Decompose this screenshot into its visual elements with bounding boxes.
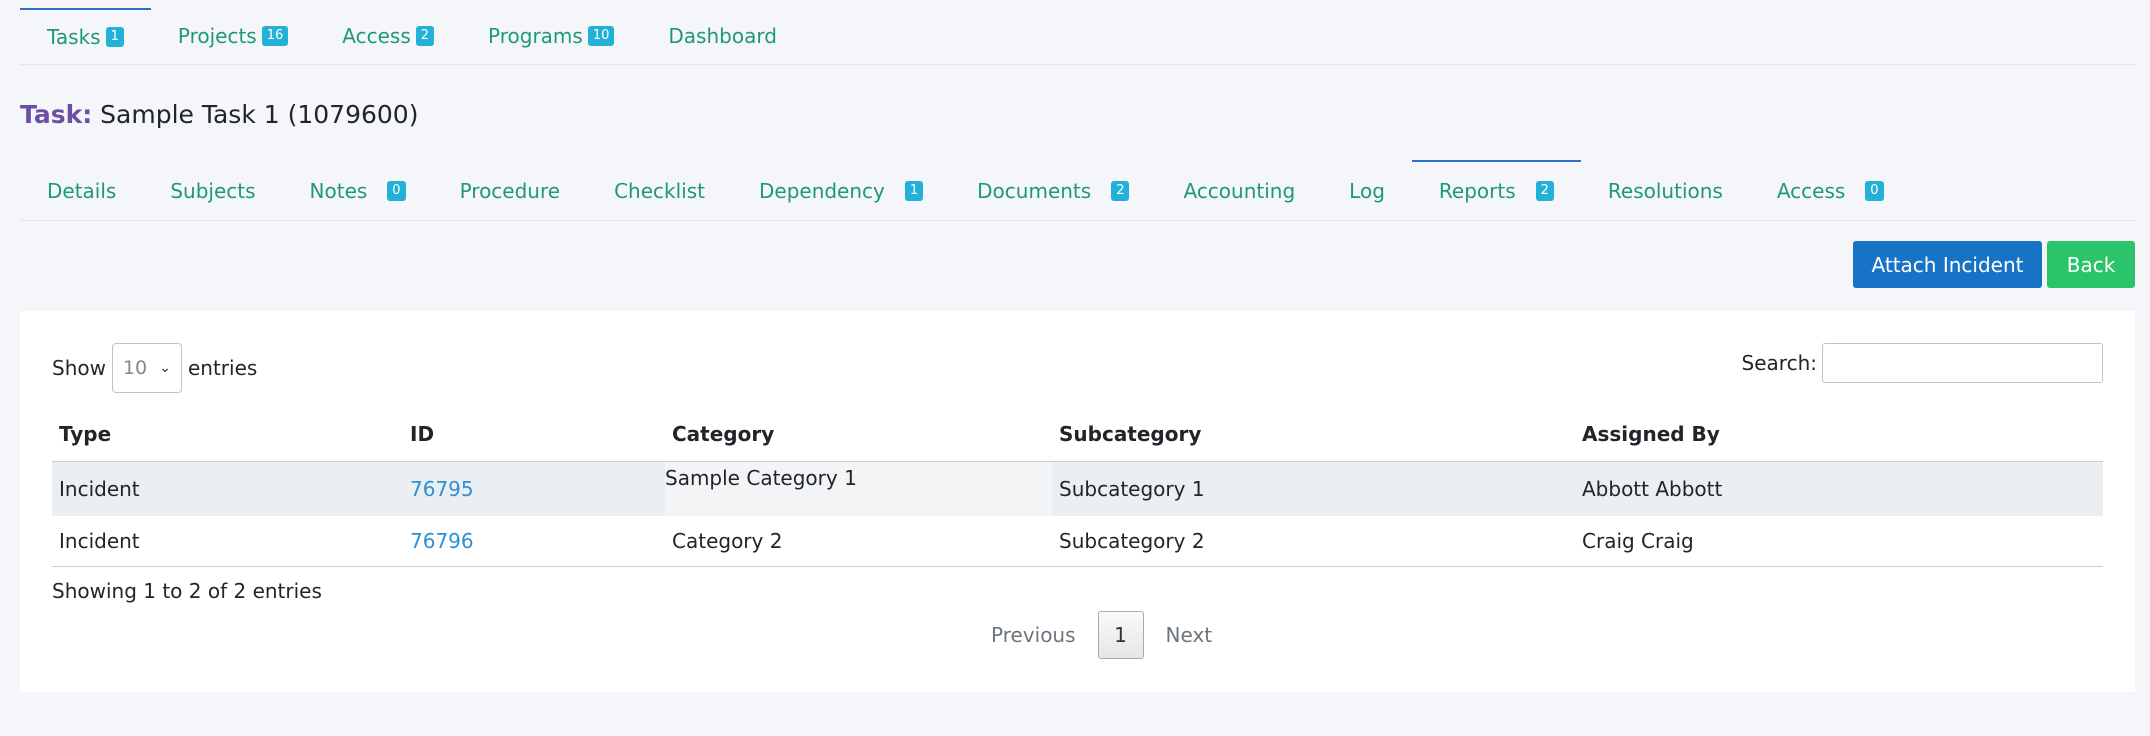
tab-resolutions[interactable]: Resolutions: [1581, 160, 1750, 220]
top-tab-projects[interactable]: Projects 16: [151, 8, 315, 64]
tab-label: Accounting: [1183, 179, 1296, 203]
reports-table: Type ID Category Subcategory Assigned By…: [52, 406, 2103, 567]
attach-incident-button[interactable]: Attach Incident: [1853, 241, 2042, 288]
count-badge: 0: [1865, 181, 1884, 201]
top-navigation: Tasks 1 Projects 16 Access 2 Programs 10…: [20, 0, 2135, 65]
cell-subcategory: Subcategory 1: [1052, 461, 1575, 516]
cell-id: 76795: [403, 461, 665, 516]
table-row: Incident 76795 Sample Category 1 Subcate…: [52, 461, 2103, 516]
page-title-value: Sample Task 1 (1079600): [100, 100, 419, 129]
count-badge: 0: [387, 181, 406, 201]
cell-subcategory: Subcategory 2: [1052, 516, 1575, 567]
entries-length-control: Show 10 ⌄ entries: [52, 343, 257, 393]
top-tab-access[interactable]: Access 2: [315, 8, 461, 64]
top-tab-label: Tasks: [47, 25, 101, 49]
tab-log[interactable]: Log: [1322, 160, 1412, 220]
column-header-type[interactable]: Type: [52, 406, 403, 462]
column-header-category[interactable]: Category: [665, 406, 1052, 462]
top-tab-tasks[interactable]: Tasks 1: [20, 8, 151, 64]
report-id-link[interactable]: 76795: [410, 477, 474, 501]
count-badge: 10: [587, 26, 615, 46]
cell-id: 76796: [403, 516, 665, 567]
tab-procedure[interactable]: Procedure: [433, 160, 588, 220]
cell-type: Incident: [52, 461, 403, 516]
count-badge: 2: [1535, 181, 1554, 201]
back-button[interactable]: Back: [2047, 241, 2135, 288]
cell-assigned-by: Craig Craig: [1575, 516, 2103, 567]
report-id-link[interactable]: 76796: [410, 529, 474, 553]
tab-details[interactable]: Details: [20, 160, 143, 220]
page-title: Task: Sample Task 1 (1079600): [20, 100, 418, 129]
chevron-down-icon: ⌄: [159, 360, 171, 376]
cell-assigned-by: Abbott Abbott: [1575, 461, 2103, 516]
tab-label: Reports: [1438, 179, 1516, 203]
tab-dependency[interactable]: Dependency 1: [732, 160, 950, 220]
tab-label: Checklist: [614, 179, 705, 203]
tab-accounting[interactable]: Accounting: [1156, 160, 1322, 220]
tab-documents[interactable]: Documents 2: [950, 160, 1156, 220]
tab-label: Access: [1776, 179, 1846, 203]
table-info: Showing 1 to 2 of 2 entries: [52, 579, 322, 603]
top-tab-label: Projects: [177, 24, 257, 48]
task-sub-navigation: Details Subjects Notes 0 Procedure Check…: [20, 160, 2135, 221]
column-header-assigned-by[interactable]: Assigned By: [1575, 406, 2103, 462]
column-header-subcategory[interactable]: Subcategory: [1052, 406, 1575, 462]
count-badge: 1: [904, 181, 924, 201]
cell-category: Sample Category 1: [665, 461, 1052, 516]
tab-checklist[interactable]: Checklist: [587, 160, 732, 220]
top-tab-programs[interactable]: Programs 10: [461, 8, 641, 64]
tab-notes[interactable]: Notes 0: [283, 160, 433, 220]
count-badge: 16: [261, 26, 289, 46]
reports-panel: Show 10 ⌄ entries Search: Type ID Catego…: [20, 311, 2135, 692]
column-header-id[interactable]: ID: [403, 406, 665, 462]
next-page-button[interactable]: Next: [1144, 623, 1235, 647]
tab-reports[interactable]: Reports 2: [1411, 160, 1581, 220]
tab-access[interactable]: Access 0: [1750, 160, 1911, 220]
search-label: Search:: [1741, 351, 1817, 375]
top-tab-label: Programs: [488, 24, 583, 48]
table-search: Search:: [1742, 343, 2103, 383]
count-badge: 1: [105, 27, 124, 47]
tab-label: Documents: [977, 179, 1092, 203]
top-tab-label: Dashboard: [668, 24, 777, 48]
entries-select-value: 10: [122, 357, 148, 379]
count-badge: 2: [1111, 181, 1130, 201]
count-badge: 2: [415, 26, 435, 46]
table-row: Incident 76796 Category 2 Subcategory 2 …: [52, 516, 2103, 567]
tab-label: Log: [1349, 179, 1385, 203]
show-label: Show: [52, 356, 106, 380]
tab-label: Details: [47, 179, 117, 203]
page-title-label: Task:: [20, 100, 93, 129]
top-tab-dashboard[interactable]: Dashboard: [641, 8, 804, 64]
table-header-row: Type ID Category Subcategory Assigned By: [52, 406, 2103, 462]
page-number-button[interactable]: 1: [1097, 611, 1144, 659]
tab-label: Notes: [309, 179, 368, 203]
cell-type: Incident: [52, 516, 403, 567]
tab-label: Resolutions: [1607, 179, 1723, 203]
tab-label: Subjects: [170, 179, 256, 203]
search-input[interactable]: [1822, 343, 2103, 383]
tab-label: Procedure: [459, 179, 561, 203]
cell-category: Category 2: [665, 516, 1052, 567]
entries-label: entries: [187, 356, 258, 380]
top-tab-label: Access: [342, 24, 411, 48]
tab-subjects[interactable]: Subjects: [143, 160, 282, 220]
previous-page-button[interactable]: Previous: [969, 623, 1098, 647]
entries-select[interactable]: 10 ⌄: [111, 343, 182, 393]
pagination: Previous 1 Next: [969, 611, 1234, 659]
tab-label: Dependency: [758, 179, 885, 203]
